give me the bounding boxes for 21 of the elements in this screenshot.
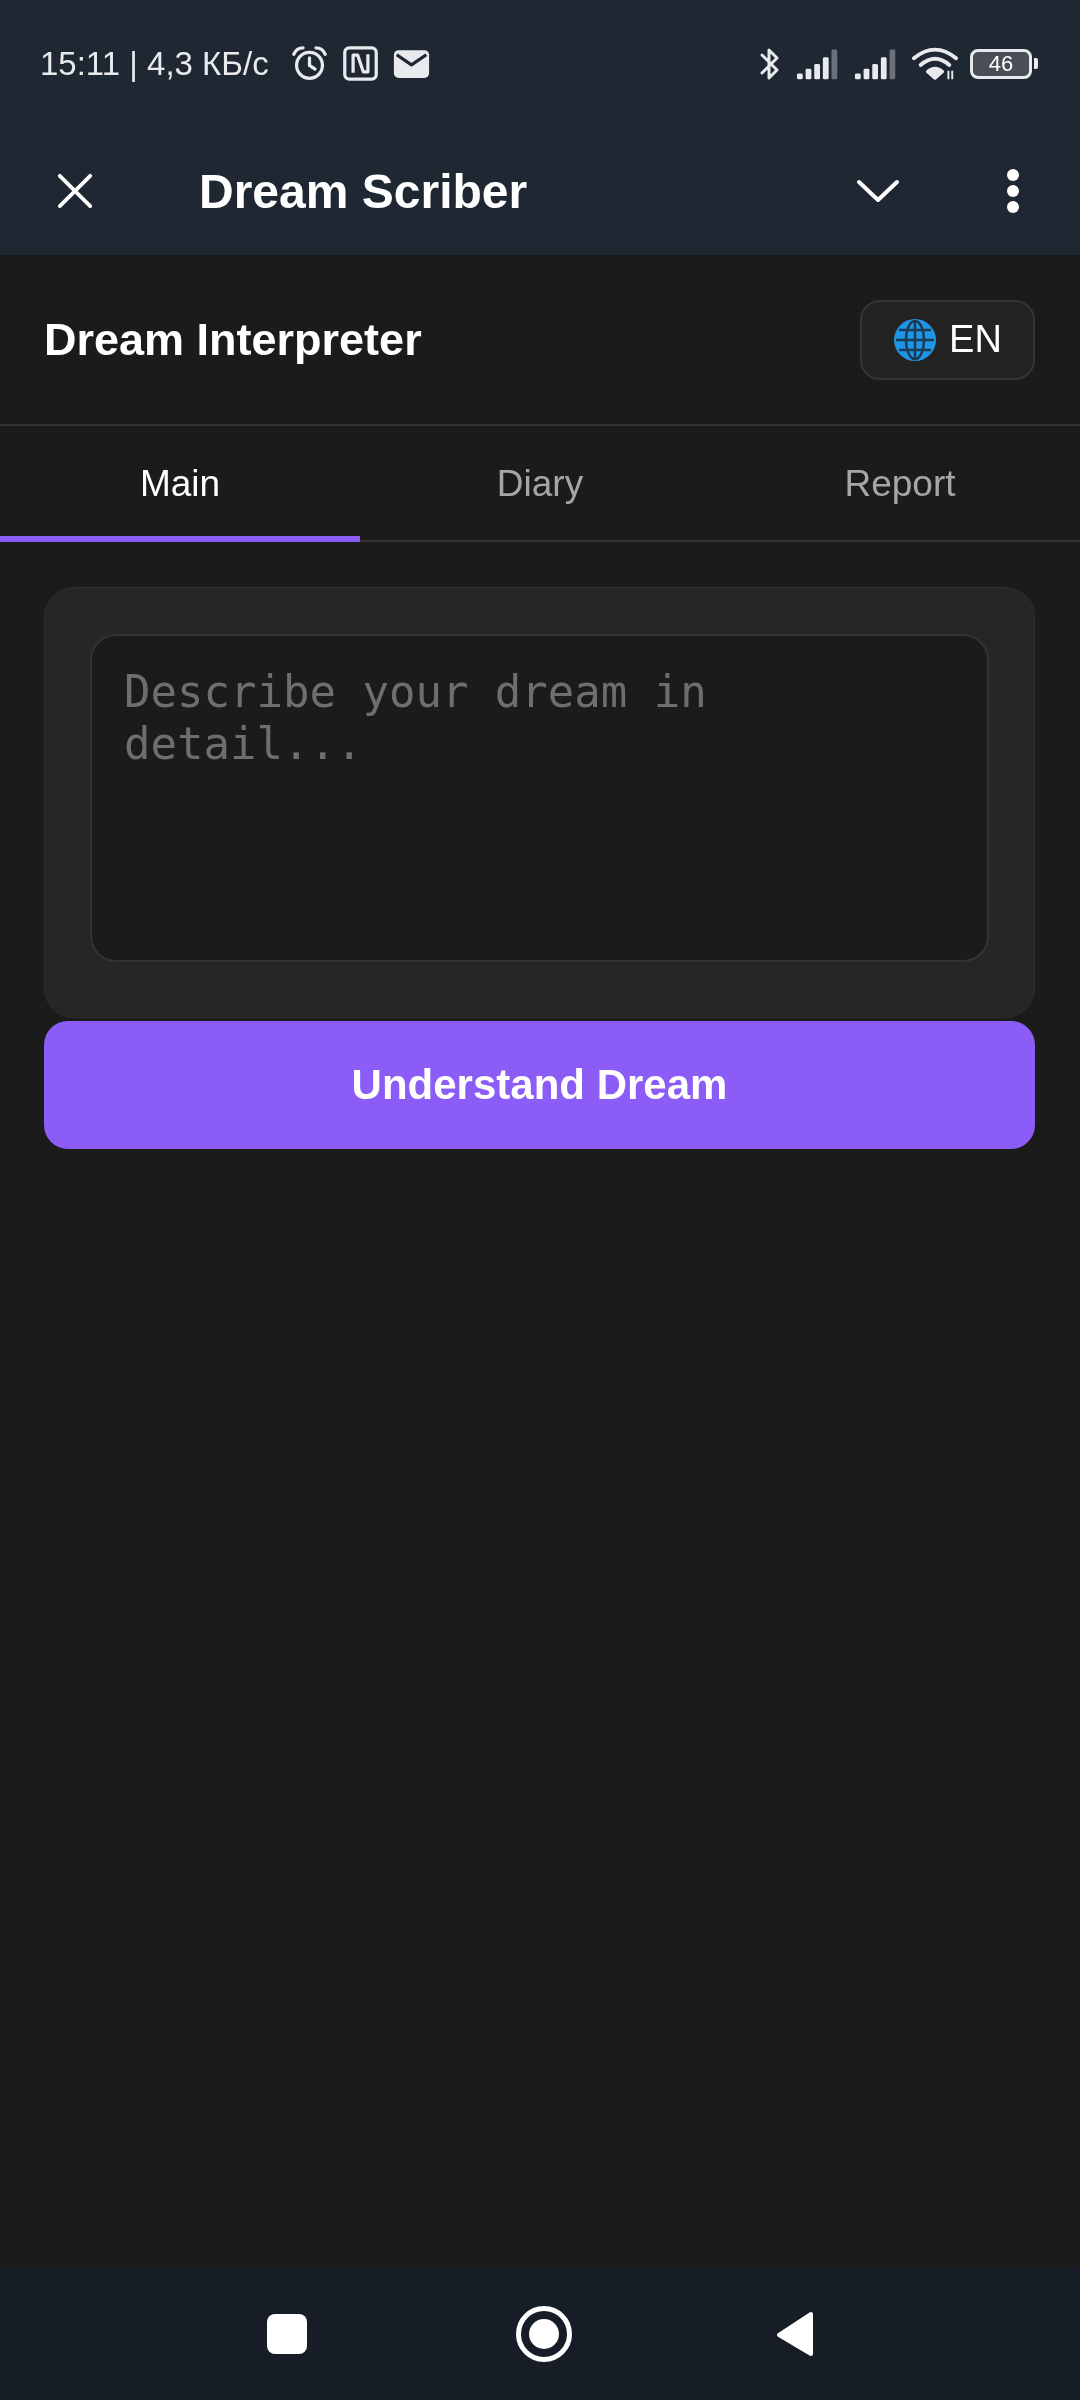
language-button[interactable]: EN <box>860 299 1035 380</box>
square-icon[interactable] <box>266 2313 308 2355</box>
nfc-icon <box>341 45 379 82</box>
close-icon[interactable] <box>56 172 94 210</box>
app-title: Dream Scriber <box>199 163 529 219</box>
wifi-icon <box>912 46 958 81</box>
tab[interactable]: Main <box>0 426 360 542</box>
status-time: 15:11 | 4,3 КБ/с <box>40 44 269 83</box>
chevron-down-icon[interactable] <box>856 179 900 203</box>
battery-indicator: 46 <box>970 48 1038 79</box>
back-icon[interactable] <box>776 2311 814 2357</box>
home-icon[interactable] <box>516 2306 572 2362</box>
understand-dream-button[interactable]: Understand Dream <box>44 1021 1035 1149</box>
dream-input-field[interactable]: Describe your dream in detail... <box>90 634 989 962</box>
more-icon[interactable] <box>1006 168 1020 214</box>
page-title: Dream Interpreter <box>44 313 422 366</box>
tab[interactable]: Report <box>720 426 1080 542</box>
alarm-clock-icon <box>290 45 328 82</box>
globe-icon <box>893 317 938 362</box>
mail-icon <box>392 48 430 79</box>
tab[interactable]: Diary <box>360 426 720 542</box>
